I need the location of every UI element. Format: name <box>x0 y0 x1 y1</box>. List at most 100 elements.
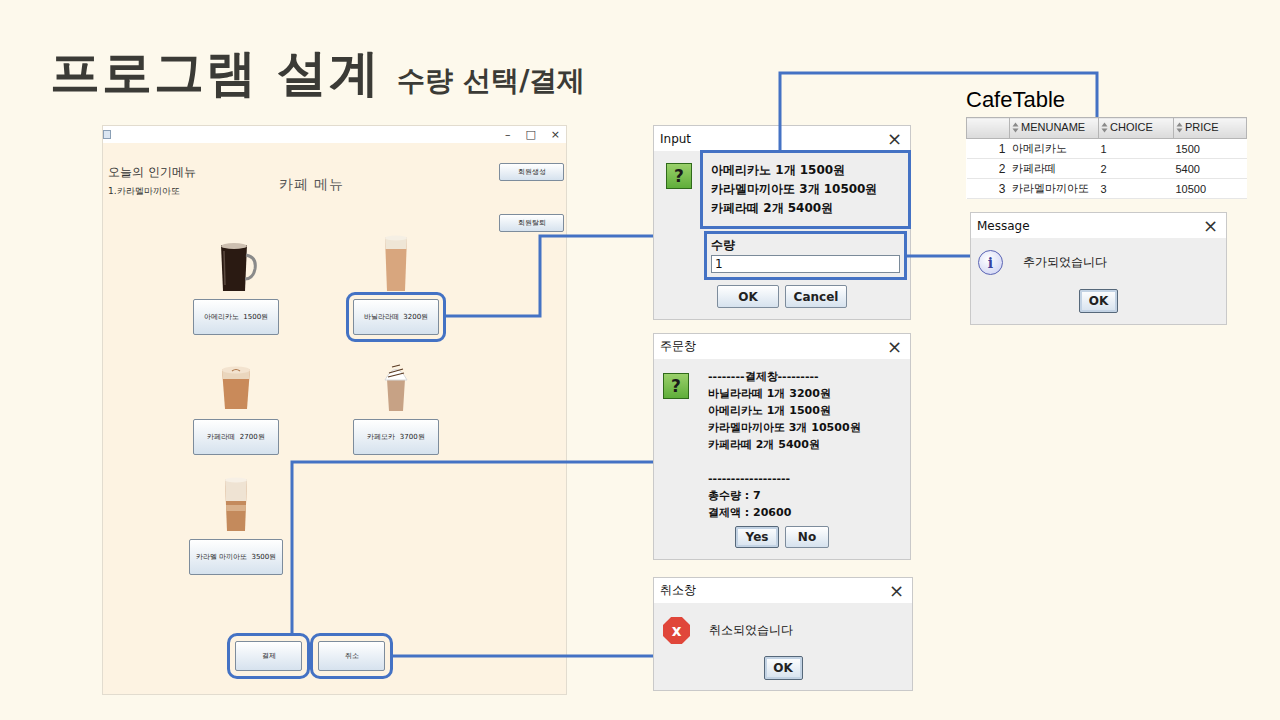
dialog-button[interactable]: No <box>785 526 829 548</box>
dialog-button[interactable]: OK <box>764 656 803 680</box>
menu-title: 카페 메뉴 <box>273 143 379 235</box>
main-window: – □ × 오늘의 인기메뉴 1.카라멜마끼아또 카페 메뉴 회원생성회원탈퇴 아메… <box>102 125 567 695</box>
sort-icon <box>1101 122 1108 133</box>
table-cell: 10500 <box>1174 179 1247 199</box>
table-row[interactable]: 3카라멜마끼아또310500 <box>967 179 1247 199</box>
order-dialog: 주문창 × ? --------결제창--------- 바닐라라떼 1개 32… <box>653 333 911 560</box>
menu-item: 바닐라라떼 3200원 <box>341 235 451 355</box>
table-row[interactable]: 2카페라떼25400 <box>967 159 1247 179</box>
connector-line <box>445 236 653 316</box>
popular-menu: 오늘의 인기메뉴 1.카라멜마끼아또 <box>103 143 273 235</box>
sort-icon <box>1012 122 1019 133</box>
order-item: 바닐라라떼 1개 3200원 <box>708 385 900 402</box>
menu-button[interactable]: 카페모카 3700원 <box>353 419 439 455</box>
menu-item: 카페라떼 2700원 <box>181 355 291 475</box>
info-icon: i <box>978 250 1003 275</box>
menu-button[interactable]: 카페라떼 2700원 <box>193 419 279 455</box>
table-cell: 카라멜마끼아또 <box>1010 179 1099 199</box>
window-control[interactable]: – <box>505 128 511 141</box>
quantity-field-group: 수량 1 <box>711 238 900 273</box>
row-index: 2 <box>967 159 1010 179</box>
window-control[interactable]: □ <box>525 128 535 141</box>
summary-header: --------결제창--------- <box>708 368 900 385</box>
slide-header: 프로그램 설계 수량 선택/결제 <box>0 0 1280 107</box>
total-price: 결제액 : 20600 <box>708 504 900 521</box>
member-button[interactable]: 회원생성 <box>499 163 564 181</box>
order-item: 카페라떼 2개 5400원 <box>708 436 900 453</box>
menu-item: 아메리카노 1500원 <box>181 235 291 355</box>
table: MENUNAME CHOICE PRICE1아메리카노115002카페라떼254… <box>966 117 1247 199</box>
table-cell: 아메리카노 <box>1010 139 1099 159</box>
menu-grid: 아메리카노 1500원 바닐라라떼 3200원 카페라떼 2700원 카페모카 … <box>103 235 566 595</box>
menu-item: 카라멜 마끼아또 3500원 <box>181 475 291 595</box>
column-header[interactable]: PRICE <box>1174 118 1247 139</box>
order-summary: --------결제창--------- 바닐라라떼 1개 3200원아메리카노… <box>708 368 900 521</box>
dialog-button[interactable]: Cancel <box>785 285 847 308</box>
message-line: 아메리카노 1개 1500원 <box>711 161 900 180</box>
drink-image <box>211 355 261 413</box>
question-icon: ? <box>666 163 692 189</box>
menu-button[interactable]: 바닐라라떼 3200원 <box>353 299 439 335</box>
dialog-title-bar: 취소창 × <box>654 578 912 603</box>
quantity-field[interactable]: 1 <box>711 255 900 273</box>
close-button[interactable]: × <box>889 582 904 600</box>
dialog-button[interactable]: OK <box>1079 289 1118 313</box>
drink-image <box>211 475 261 533</box>
action-button[interactable]: 결제 <box>235 641 302 671</box>
connector-line <box>907 255 970 258</box>
column-header[interactable]: CHOICE <box>1099 118 1174 139</box>
cancel-dialog: 취소창 × x 취소되었습니다 OK <box>653 577 913 691</box>
index-header <box>967 118 1010 139</box>
action-button[interactable]: 취소 <box>318 641 385 671</box>
app-icon <box>103 130 111 139</box>
field-label: 수량 <box>711 238 900 252</box>
close-button[interactable]: × <box>1203 217 1218 235</box>
table-cell: 3 <box>1099 179 1174 199</box>
drink-image <box>371 355 421 413</box>
dialog-button[interactable]: Yes <box>735 526 779 548</box>
order-item: 아메리카노 1개 1500원 <box>708 402 900 419</box>
dialog-button[interactable]: OK <box>717 285 779 308</box>
dialog-buttons: OK Cancel <box>654 285 910 308</box>
dialog-title: Message <box>977 219 1030 233</box>
menu-button[interactable]: 카라멜 마끼아또 3500원 <box>189 539 284 575</box>
message-line: 카페라떼 2개 5400원 <box>711 199 900 218</box>
drink-image <box>371 235 421 293</box>
total-quantity: 총수량 : 7 <box>708 487 900 504</box>
dialog-title-bar: Message × <box>971 213 1226 238</box>
row-index: 1 <box>967 139 1010 159</box>
popular-heading: 오늘의 인기메뉴 <box>108 164 273 181</box>
window-control[interactable]: × <box>551 128 560 141</box>
dialog-content: 아메리카노 1개 1500원카라멜마끼아또 3개 10500원카페라떼 2개 5… <box>711 161 900 273</box>
table-title: CafeTable <box>966 85 1247 115</box>
header: 오늘의 인기메뉴 1.카라멜마끼아또 카페 메뉴 회원생성회원탈퇴 <box>103 143 566 235</box>
menu-item: 카페모카 3700원 <box>341 355 451 475</box>
window-controls: – □ × <box>505 128 560 141</box>
window-content: 오늘의 인기메뉴 1.카라멜마끼아또 카페 메뉴 회원생성회원탈퇴 아메리카노 … <box>103 143 566 694</box>
message-lines: 아메리카노 1개 1500원카라멜마끼아또 3개 10500원카페라떼 2개 5… <box>711 161 900 218</box>
message-text: 취소되었습니다 <box>709 622 793 639</box>
dialog-buttons: OK <box>654 656 912 680</box>
table-row[interactable]: 1아메리카노11500 <box>967 139 1247 159</box>
connector-line <box>780 73 1097 150</box>
message-line: 카라멜마끼아또 3개 10500원 <box>711 180 900 199</box>
dialog-body: ? 아메리카노 1개 1500원카라멜마끼아또 3개 10500원카페라떼 2개… <box>654 151 910 273</box>
dialog-buttons: OK <box>971 289 1226 313</box>
drink-image <box>211 235 261 293</box>
title-bar: – □ × <box>103 126 566 143</box>
menu-button[interactable]: 아메리카노 1500원 <box>193 299 279 335</box>
member-buttons: 회원생성회원탈퇴 <box>499 143 564 235</box>
member-button[interactable]: 회원탈퇴 <box>499 214 564 232</box>
slide-title: 프로그램 설계 <box>50 40 381 107</box>
order-item: 카라멜마끼아또 3개 10500원 <box>708 419 900 436</box>
column-header[interactable]: MENUNAME <box>1010 118 1099 139</box>
dialog-body: i 추가되었습니다 <box>971 238 1226 275</box>
close-button[interactable]: × <box>887 130 902 148</box>
action-buttons: 결제 취소 <box>103 641 566 671</box>
message-text: 추가되었습니다 <box>1023 254 1107 271</box>
dialog-title-bar: Input × <box>654 126 910 151</box>
slide: 프로그램 설계 수량 선택/결제 – □ × 오늘의 인기메뉴 1.카라멜마끼아또 … <box>0 0 1280 720</box>
close-button[interactable]: × <box>887 338 902 356</box>
table-cell: 5400 <box>1174 159 1247 179</box>
row-index: 3 <box>967 179 1010 199</box>
